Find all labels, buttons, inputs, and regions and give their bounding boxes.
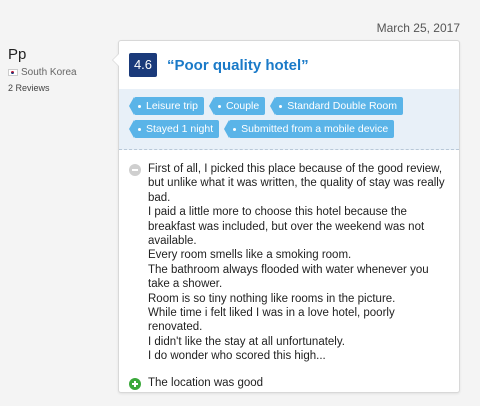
reviewer-info: Pp South Korea 2 Reviews [8, 46, 108, 93]
reviewer-country: South Korea [8, 67, 108, 78]
reviewer-country-label: South Korea [21, 67, 77, 78]
review-title: “Poor quality hotel” [167, 56, 309, 74]
minus-circle-icon [129, 164, 141, 176]
tag-row: Stayed 1 night Submitted from a mobile d… [128, 120, 451, 138]
review-score-badge: 4.6 [129, 53, 157, 77]
tag-dot-icon [233, 127, 237, 131]
tag-room-type: Standard Double Room [270, 97, 403, 115]
tag-row: Leisure trip Couple Standard Double Room [129, 97, 451, 115]
tag-dot-icon [138, 127, 141, 131]
review-date: March 25, 2017 [376, 21, 460, 35]
tag-stay-length: Stayed 1 night [128, 120, 220, 138]
reviewer-name: Pp [8, 46, 27, 63]
positive-comments: The location was good [129, 376, 449, 390]
review-tags: Leisure trip Couple Standard Double Room… [119, 89, 459, 150]
negative-line: I paid a little more to choose this hote… [148, 206, 425, 248]
negative-line: First of all, I picked this place becaus… [148, 163, 445, 204]
review-card: 4.6 “Poor quality hotel” Leisure trip Co… [112, 40, 460, 393]
review-header: 4.6 “Poor quality hotel” [119, 41, 459, 89]
review-body: First of all, I picked this place becaus… [119, 150, 459, 390]
tag-label: Couple [225, 100, 260, 112]
negative-line: The bathroom always flooded with water w… [148, 263, 429, 291]
tag-label: Stayed 1 night [146, 123, 214, 135]
tag-label: Submitted from a mobile device [241, 123, 389, 135]
negative-text: First of all, I picked this place becaus… [148, 162, 448, 364]
tag-trip-type: Leisure trip [129, 97, 204, 115]
negative-line: I do wonder who scored this high... [148, 350, 326, 363]
tag-dot-icon [279, 104, 283, 108]
tag-label: Leisure trip [146, 100, 198, 112]
tag-traveler-type: Couple [208, 97, 266, 115]
negative-comments: First of all, I picked this place becaus… [129, 162, 449, 364]
tag-dot-icon [217, 104, 221, 108]
south-korea-flag-icon [8, 69, 18, 76]
negative-line: Room is so tiny nothing like rooms in th… [148, 292, 396, 305]
negative-line: Every room smells like a smoking room. [148, 249, 352, 262]
tag-submission-device: Submitted from a mobile device [224, 120, 395, 138]
tag-label: Standard Double Room [287, 100, 397, 112]
negative-line: I didn't like the stay at all unfortunat… [148, 335, 345, 348]
negative-line: While time i felt liked I was in a love … [148, 307, 395, 334]
positive-text: The location was good [148, 376, 264, 389]
reviewer-review-count[interactable]: 2 Reviews [8, 83, 108, 93]
plus-circle-icon [129, 377, 141, 390]
tag-dot-icon [138, 104, 141, 108]
